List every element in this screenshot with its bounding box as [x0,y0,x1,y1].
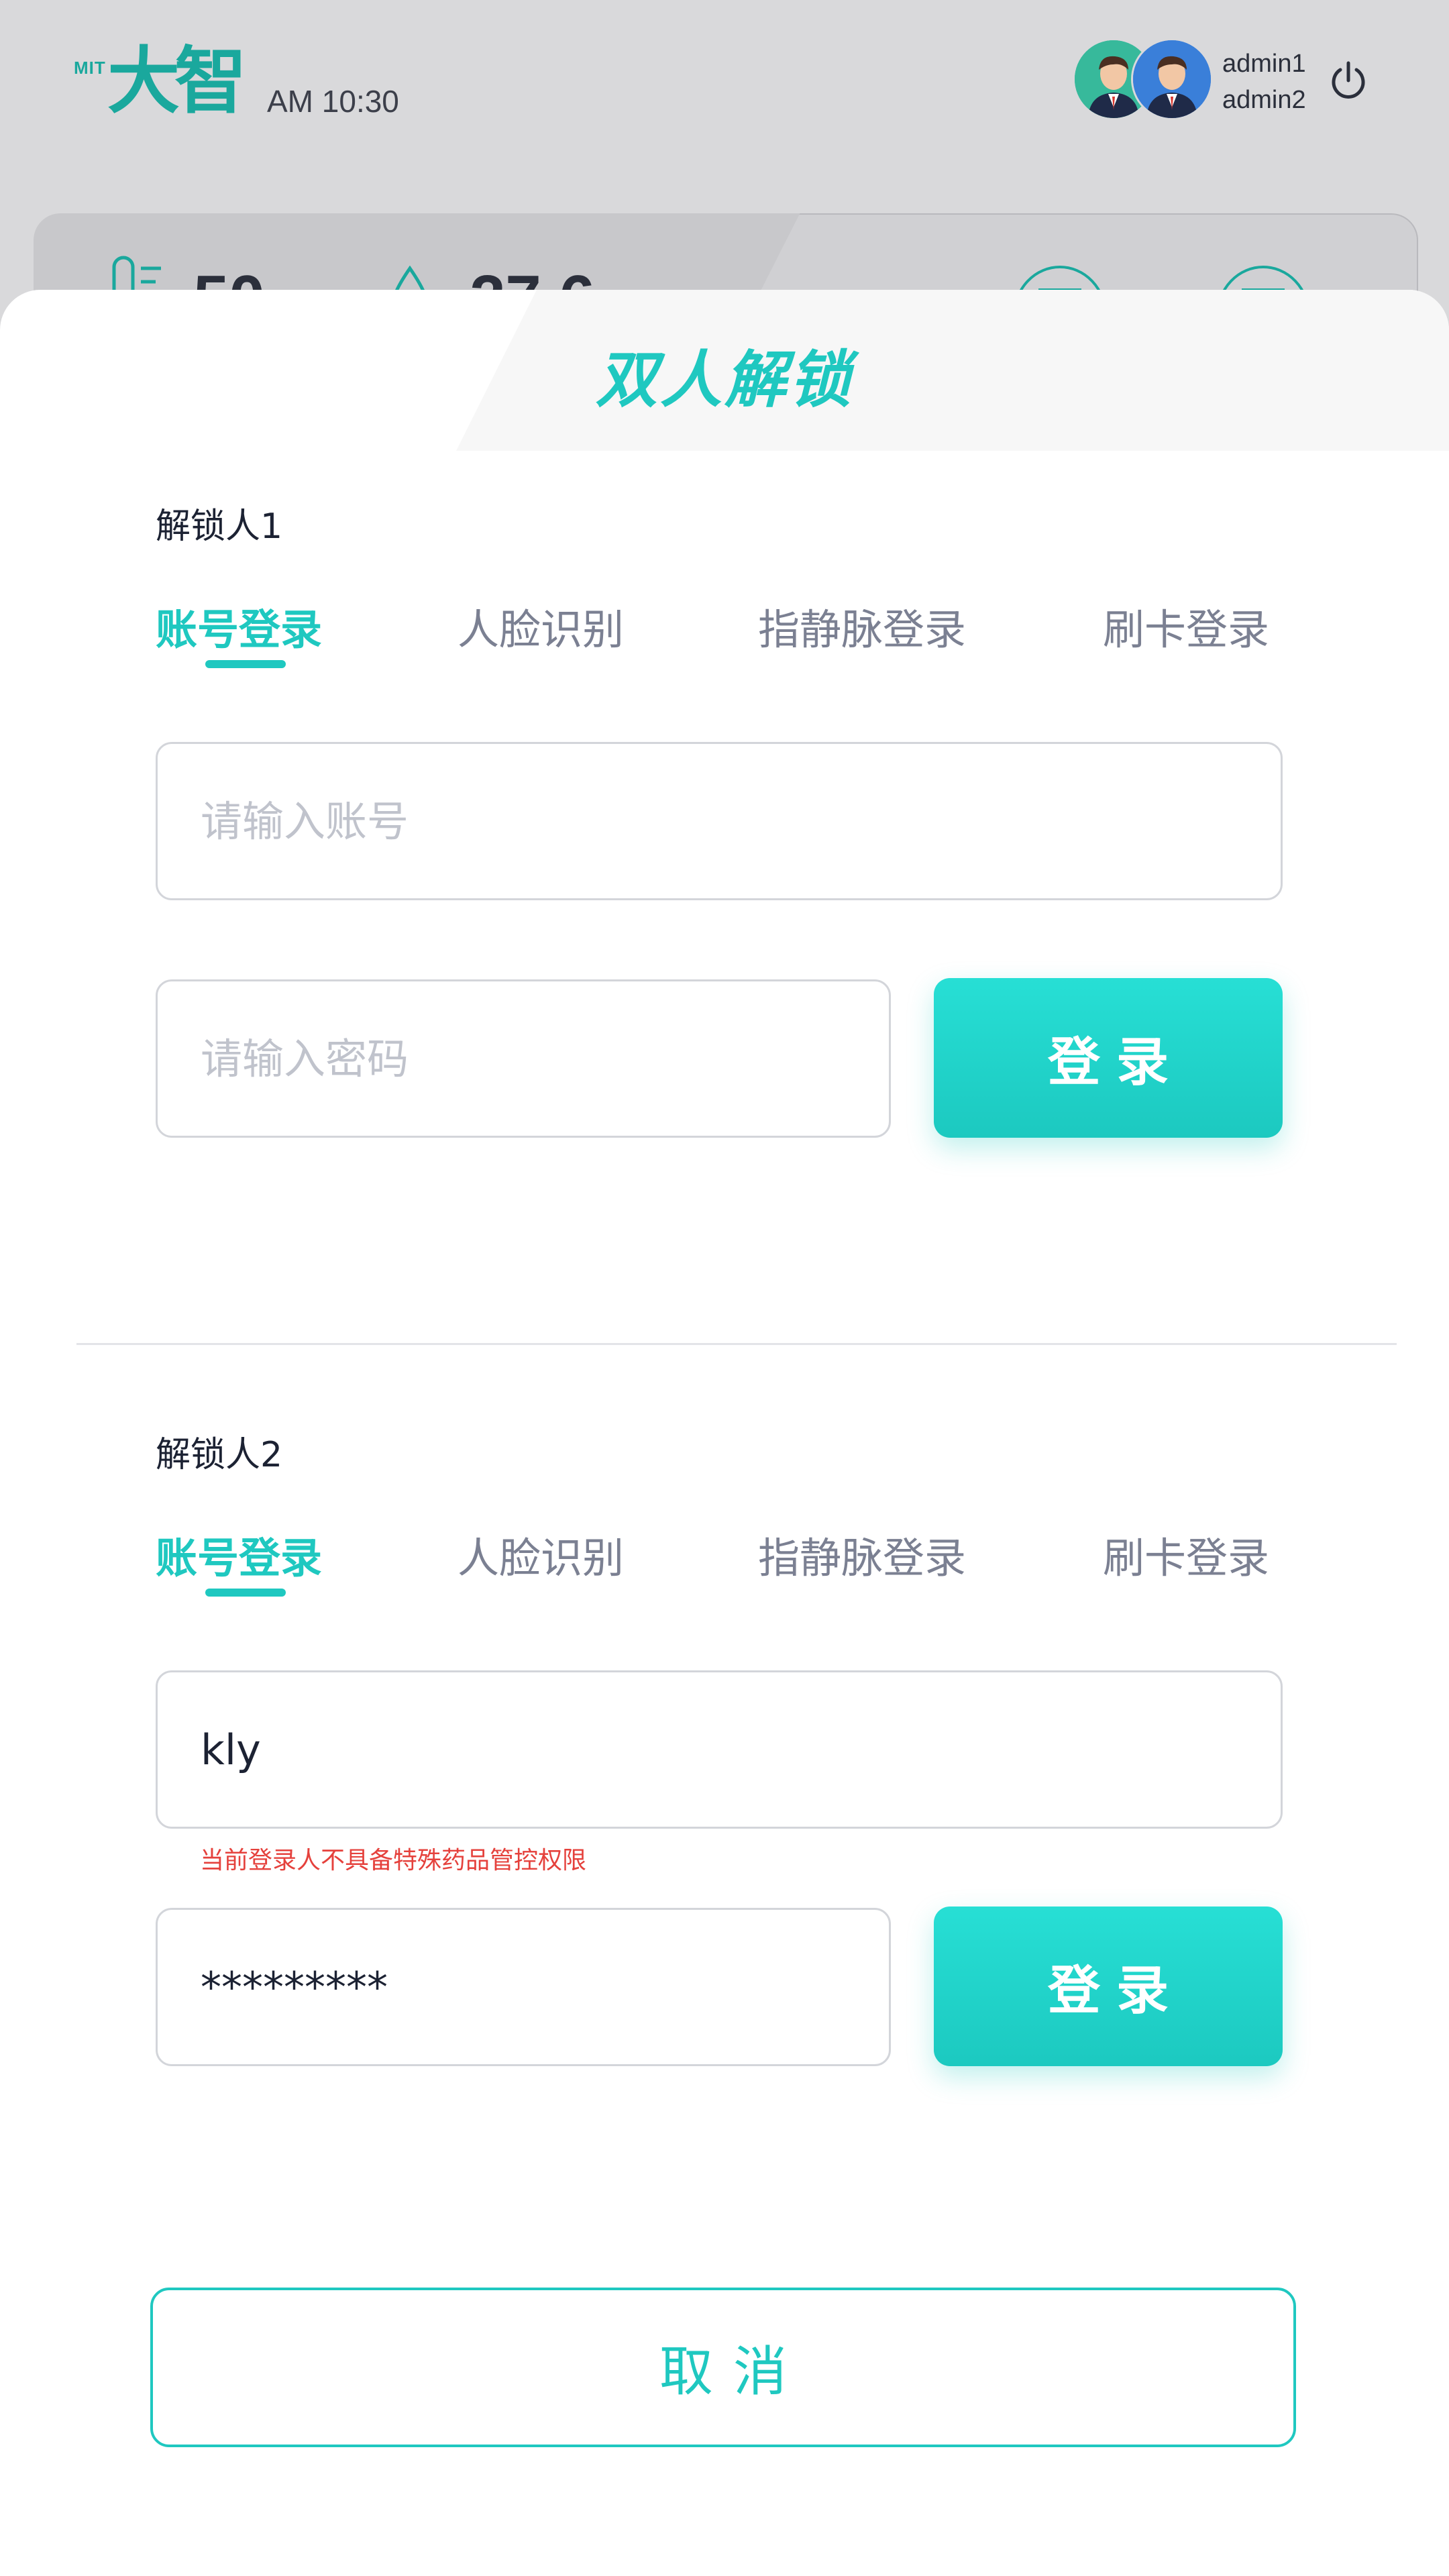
unlocker2-tabs: 账号登录 人脸识别 指静脉登录 刷卡登录 [156,1524,1283,1605]
unlocker2-label: 解锁人2 [156,1435,283,1475]
section-divider [76,1343,1397,1345]
user-name-1: admin1 [1222,50,1306,78]
tab-account-login[interactable]: 账号登录 [156,596,322,656]
logo-text: 大智 [107,40,247,123]
tab-card-login[interactable]: 刷卡登录 [1103,1524,1269,1585]
tab-vein-login[interactable]: 指静脉登录 [758,1524,966,1585]
user-names: admin1 admin2 [1222,46,1306,118]
tab-vein-login[interactable]: 指静脉登录 [758,596,966,656]
unlocker2-account-field[interactable] [156,1670,1283,1829]
unlocker1-account-field[interactable] [156,742,1283,900]
password-input[interactable] [201,1910,865,2064]
unlocker1-login-button[interactable]: 登录 [934,978,1283,1138]
power-icon[interactable] [1328,60,1368,101]
dialog-title: 双人解锁 [595,344,853,416]
clock-time: AM 10:30 [267,84,399,119]
unlocker2-login-button[interactable]: 登录 [934,1907,1283,2066]
dual-unlock-dialog: 双人解锁 解锁人1 账号登录 人脸识别 指静脉登录 刷卡登录 登录 解锁人2 账… [0,290,1449,2576]
user-name-2: admin2 [1222,86,1306,114]
unlocker1-password-field[interactable] [156,979,891,1138]
permission-error-message: 当前登录人不具备特殊药品管控权限 [200,1847,587,1874]
unlocker1-label: 解锁人1 [156,506,283,547]
tab-card-login[interactable]: 刷卡登录 [1103,596,1269,656]
tab-face-recognition[interactable]: 人脸识别 [458,596,624,656]
user-avatars[interactable] [1075,38,1213,121]
top-bar: MIT 大智 AM 10:30 admin1 admin2 [0,0,1449,161]
password-input[interactable] [201,981,865,1136]
tab-face-recognition[interactable]: 人脸识别 [458,1524,624,1585]
active-tab-indicator [205,1589,286,1597]
account-input[interactable] [201,1672,1256,1827]
unlocker2-password-field[interactable] [156,1908,891,2066]
unlocker1-tabs: 账号登录 人脸识别 指静脉登录 刷卡登录 [156,596,1283,676]
logo-mit-text: MIT [74,58,106,78]
brand-logo: MIT 大智 [74,40,247,123]
active-tab-indicator [205,660,286,668]
account-input[interactable] [201,744,1256,898]
avatar-icon[interactable] [1131,38,1213,120]
cancel-button[interactable]: 取消 [150,2288,1296,2447]
tab-account-login[interactable]: 账号登录 [156,1524,322,1585]
